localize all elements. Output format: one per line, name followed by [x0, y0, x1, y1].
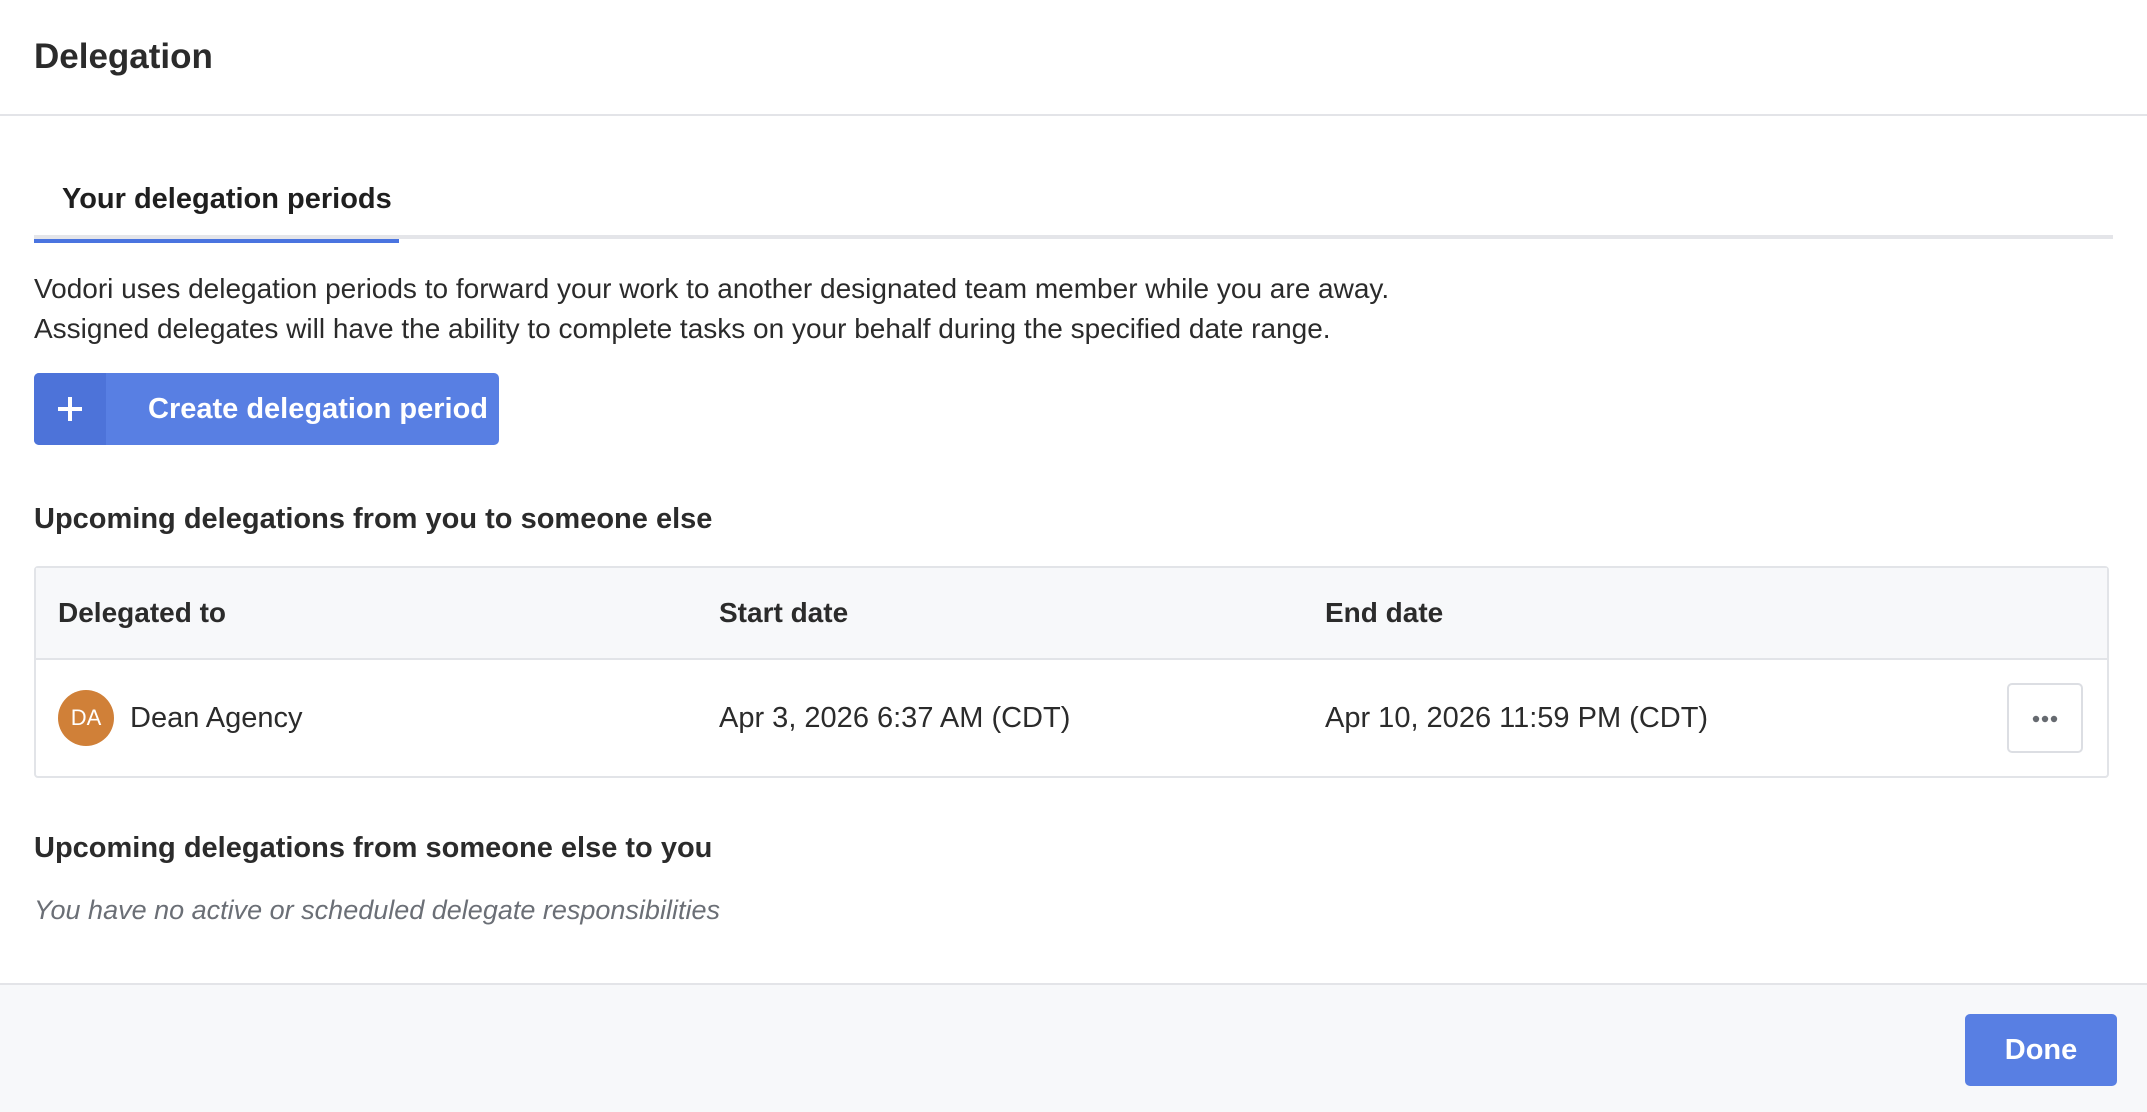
- actions-cell: [2007, 683, 2107, 753]
- delegation-dialog: Delegation Your delegation periods Vodor…: [0, 0, 2147, 1112]
- incoming-section-title: Upcoming delegations from someone else t…: [34, 832, 713, 864]
- description-line-2: Assigned delegates will have the ability…: [34, 313, 1331, 344]
- column-header-delegated-to: Delegated to: [58, 597, 227, 628]
- done-button[interactable]: Done: [1965, 1014, 2117, 1086]
- dialog-body: Your delegation periods Vodori uses dele…: [0, 181, 2147, 926]
- description-line-1: Vodori uses delegation periods to forwar…: [34, 273, 1390, 304]
- tab-bar: Your delegation periods: [34, 181, 2113, 243]
- more-horizontal-icon: [2032, 711, 2058, 726]
- outgoing-section-title: Upcoming delegations from you to someone…: [34, 503, 713, 535]
- description: Vodori uses delegation periods to forwar…: [34, 269, 2113, 349]
- column-header-end-date: End date: [1325, 597, 1444, 628]
- row-actions-button[interactable]: [2007, 683, 2083, 753]
- outgoing-delegations-table: Delegated to Start date End date DA Dean…: [34, 566, 2109, 778]
- delegate-cell: DA Dean Agency: [36, 690, 719, 746]
- dialog-header: Delegation: [0, 0, 2147, 116]
- create-delegation-period-label: Create delegation period: [148, 392, 489, 425]
- end-date-cell: Apr 10, 2026 11:59 PM (CDT): [1325, 701, 1709, 734]
- table-row: DA Dean Agency Apr 3, 2026 6:37 AM (CDT)…: [36, 660, 2107, 776]
- column-header-start-date: Start date: [719, 597, 849, 628]
- incoming-empty-message: You have no active or scheduled delegate…: [34, 895, 720, 925]
- start-date-cell: Apr 3, 2026 6:37 AM (CDT): [719, 701, 1071, 734]
- table-header: Delegated to Start date End date: [36, 568, 2107, 660]
- dialog-title: Delegation: [34, 37, 213, 76]
- tab-your-delegation-periods[interactable]: Your delegation periods: [34, 181, 399, 243]
- avatar: DA: [58, 690, 114, 746]
- dialog-footer: Done: [0, 983, 2147, 1112]
- create-delegation-period-button[interactable]: Create delegation period: [34, 373, 499, 445]
- delegate-name: Dean Agency: [130, 701, 303, 734]
- plus-icon: [34, 373, 106, 445]
